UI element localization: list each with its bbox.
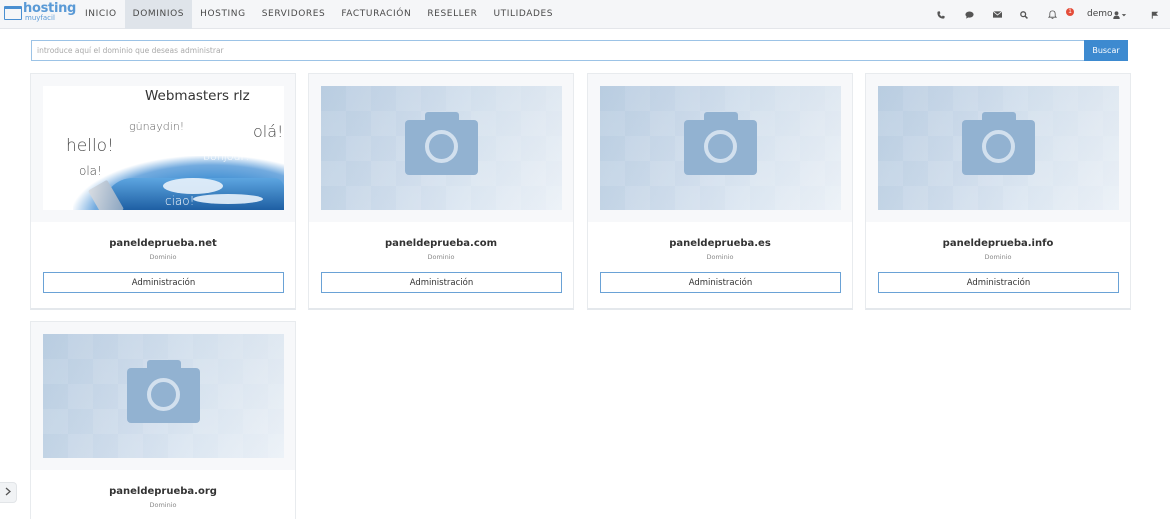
administracion-button[interactable]: Administración	[43, 272, 284, 293]
placeholder-image	[321, 86, 562, 210]
administracion-button[interactable]: Administración	[878, 272, 1119, 293]
camera-icon	[962, 112, 1035, 175]
chat-icon[interactable]	[962, 0, 976, 29]
search-icon[interactable]	[1017, 0, 1031, 29]
domain-name[interactable]: paneldeprueba.com	[309, 238, 573, 249]
hostingmuyfacil-logo[interactable]: hosting muyfacil	[4, 1, 76, 25]
domain-type: Dominio	[149, 253, 177, 261]
main-menu: INICIO DOMINIOS HOSTING SERVIDORES FACTU…	[77, 0, 561, 29]
nav-item-servidores[interactable]: SERVIDORES	[254, 0, 334, 29]
card-image-area	[588, 74, 852, 222]
domain-name[interactable]: paneldeprueba.es	[588, 238, 852, 249]
card-image-area	[31, 322, 295, 470]
flag-icon[interactable]	[1148, 0, 1162, 29]
domain-name[interactable]: paneldeprueba.org	[31, 486, 295, 497]
greeting-word: bonjour!	[203, 150, 250, 163]
administracion-button[interactable]: Administración	[321, 272, 562, 293]
camera-icon	[684, 112, 757, 175]
user-icon[interactable]	[1110, 0, 1130, 29]
administracion-button[interactable]: Administración	[600, 272, 841, 293]
chevron-right-icon	[5, 487, 11, 499]
nav-item-utilidades[interactable]: UTILIDADES	[485, 0, 561, 29]
search-button[interactable]: Buscar	[1084, 40, 1128, 61]
greeting-word: günaydin!	[129, 120, 185, 133]
nav-item-hosting[interactable]: HOSTING	[192, 0, 254, 29]
logo-icon	[4, 6, 22, 20]
domain-type: Dominio	[427, 253, 455, 261]
greeting-word: olá!	[253, 122, 284, 141]
webmasters-image-title: Webmasters rlz	[145, 88, 250, 104]
domain-card: paneldeprueba.org Dominio	[30, 321, 296, 519]
greeting-word: ciao!	[165, 194, 195, 208]
domain-name[interactable]: paneldeprueba.info	[866, 238, 1130, 249]
mail-icon[interactable]	[990, 0, 1004, 29]
cloud-graphic	[163, 178, 223, 194]
greeting-word: ola!	[79, 164, 102, 178]
greeting-word: hello!	[66, 136, 114, 156]
card-image-area: Webmasters rlz günaydin! olá! hello! bon…	[31, 74, 295, 222]
bell-icon[interactable]	[1045, 0, 1059, 29]
domain-name[interactable]: paneldeprueba.net	[31, 238, 295, 249]
domain-type: Dominio	[149, 501, 177, 509]
domain-type: Dominio	[706, 253, 734, 261]
card-image-area	[866, 74, 1130, 222]
domain-type: Dominio	[984, 253, 1012, 261]
notification-badge: 1	[1066, 8, 1074, 16]
cloud-graphic	[193, 194, 263, 204]
nav-item-reseller[interactable]: RESELLER	[419, 0, 485, 29]
webmasters-image: Webmasters rlz günaydin! olá! hello! bon…	[43, 86, 284, 210]
nav-item-dominios[interactable]: DOMINIOS	[124, 0, 193, 29]
domain-card: paneldeprueba.info Dominio Administració…	[865, 73, 1131, 310]
top-navbar: hosting muyfacil INICIO DOMINIOS HOSTING…	[0, 0, 1170, 29]
placeholder-image	[43, 334, 284, 458]
placeholder-image	[878, 86, 1119, 210]
nav-item-facturacion[interactable]: FACTURACIÓN	[333, 0, 419, 29]
domain-card: paneldeprueba.com Dominio Administración	[308, 73, 574, 310]
nav-item-inicio[interactable]: INICIO	[77, 0, 125, 29]
phone-icon[interactable]	[934, 0, 948, 29]
placeholder-image	[600, 86, 841, 210]
camera-icon	[405, 112, 478, 175]
card-image-area	[309, 74, 573, 222]
domain-card: Webmasters rlz günaydin! olá! hello! bon…	[30, 73, 296, 310]
camera-icon	[127, 360, 200, 423]
domain-search-input[interactable]	[31, 40, 1084, 61]
logo-subtext: muyfacil	[25, 14, 55, 22]
domain-search-bar: Buscar	[31, 40, 1128, 61]
domain-card: paneldeprueba.es Dominio Administración	[587, 73, 853, 310]
user-menu-label[interactable]: demo	[1087, 0, 1113, 29]
sidebar-toggle[interactable]	[0, 482, 17, 503]
